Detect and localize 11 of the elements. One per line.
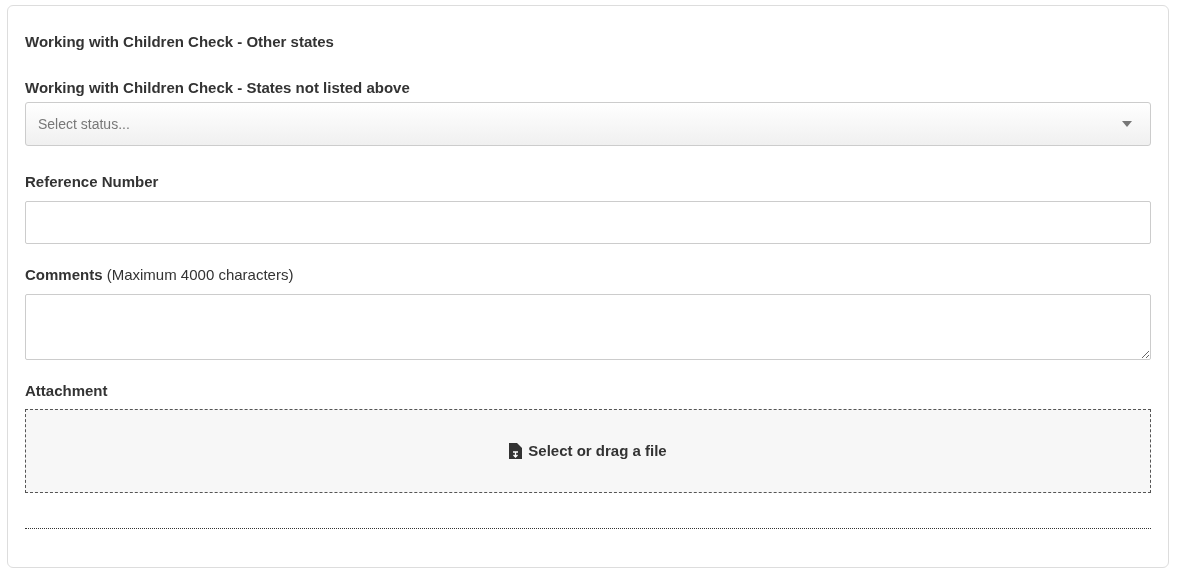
file-dropzone[interactable]: Select or drag a file xyxy=(25,409,1151,493)
caret-icon xyxy=(1122,121,1132,127)
field-label: Reference Number xyxy=(25,172,160,192)
reference-input[interactable] xyxy=(25,201,1151,244)
field-label: Attachment xyxy=(25,381,109,401)
status-select[interactable]: Select status... xyxy=(25,102,1151,146)
file-icon xyxy=(509,443,523,459)
comments-textarea[interactable] xyxy=(25,294,1151,360)
field-label: Working with Children Check - States not listed above xyxy=(25,78,411,98)
section-title: Working with Children Check - Other states xyxy=(25,32,335,52)
field-label: Comments (Maximum 4000 characters) xyxy=(25,265,295,285)
